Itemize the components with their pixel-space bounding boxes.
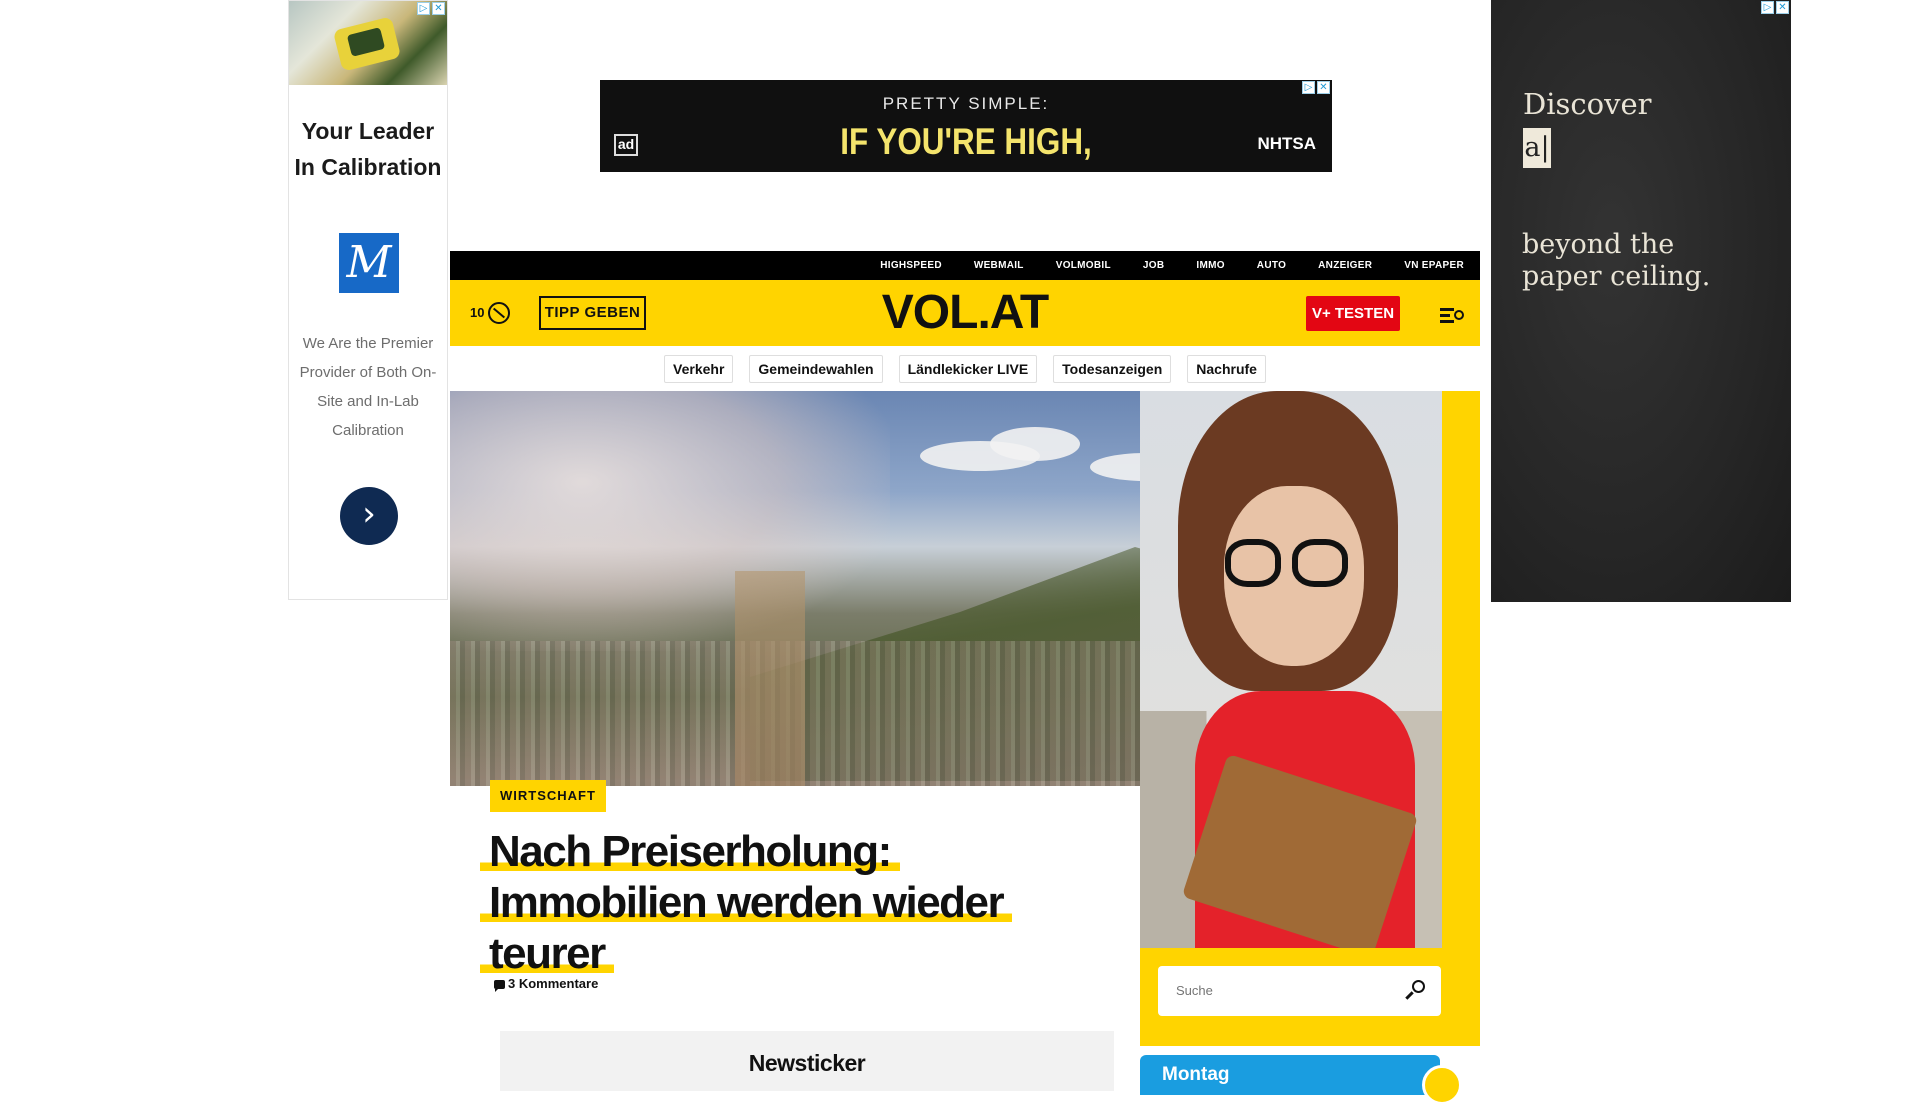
ad-text-paper-ceiling: beyond the paper ceiling. xyxy=(1522,229,1711,292)
nav-link-highspeed[interactable]: HIGHSPEED xyxy=(880,260,942,272)
search-input[interactable] xyxy=(1174,979,1394,1003)
tipp-geben-button[interactable]: TIPP GEBEN xyxy=(539,296,646,330)
top-banner-ad[interactable]: ▷ ✕ PRETTY SIMPLE: IF YOU'RE HIGH, ad NH… xyxy=(600,80,1332,172)
menu-search-icon[interactable] xyxy=(1440,305,1464,323)
adchoices-icon[interactable]: ▷ xyxy=(417,2,430,15)
nhtsa-logo: NHTSA xyxy=(1257,134,1316,153)
chip-gemeindewahlen[interactable]: Gemeindewahlen xyxy=(749,354,883,383)
comment-icon xyxy=(494,979,505,992)
nav-link-job[interactable]: JOB xyxy=(1143,260,1164,272)
right-skyscraper-ad[interactable]: ▷ ✕ Discover a| beyond the paper ceiling… xyxy=(1491,0,1791,602)
chip-verkehr[interactable]: Verkehr xyxy=(664,354,734,383)
nav-link-immo[interactable]: IMMO xyxy=(1196,260,1224,272)
chip-laendlekicker-live[interactable]: Ländlekicker LIVE xyxy=(898,354,1038,383)
search-box xyxy=(1158,966,1441,1016)
ad-close-icon[interactable]: ✕ xyxy=(1776,1,1789,14)
chip-nachrufe[interactable]: Nachrufe xyxy=(1187,354,1266,383)
ad-headline: Your Leader In Calibration xyxy=(294,118,442,180)
adchoices[interactable]: ▷ ✕ xyxy=(1761,1,1789,14)
nav-link-volmobil[interactable]: VOLMOBIL xyxy=(1056,260,1111,272)
article-comments[interactable]: 3 Kommentare xyxy=(494,976,598,992)
chip-todesanzeigen[interactable]: Todesanzeigen xyxy=(1053,354,1172,383)
adchoices[interactable]: ▷ ✕ xyxy=(417,2,445,15)
nav-link-vn-epaper[interactable]: VN EPAPER xyxy=(1404,260,1464,272)
vplus-testen-button[interactable]: V+ TESTEN xyxy=(1306,296,1400,331)
weather-button[interactable]: 10 xyxy=(470,302,511,324)
weather-widget[interactable]: Montag xyxy=(1140,1055,1462,1105)
weather-icon xyxy=(488,302,511,324)
sun-icon xyxy=(1422,1065,1462,1105)
left-skyscraper-ad[interactable]: ▷ ✕ Your Leader In Calibration M We Are … xyxy=(288,0,448,600)
nav-link-webmail[interactable]: WEBMAIL xyxy=(974,260,1024,272)
article-category[interactable]: WIRTSCHAFT xyxy=(490,780,606,812)
service-nav: HIGHSPEED WEBMAIL VOLMOBIL JOB IMMO AUTO… xyxy=(450,251,1480,280)
ad-close-icon[interactable]: ✕ xyxy=(432,2,445,15)
ad-headline: IF YOU'RE HIGH, xyxy=(840,121,1092,162)
ad-body-text: We Are the Premier Provider of Both On-S… xyxy=(299,335,437,439)
ad-brand-logo: M xyxy=(339,233,399,293)
brand-header: 10 TIPP GEBEN VOL.AT V+ TESTEN xyxy=(450,280,1480,346)
nav-link-auto[interactable]: AUTO xyxy=(1257,260,1286,272)
search-icon[interactable] xyxy=(1403,980,1425,1002)
ad-typing-cursor: a| xyxy=(1523,128,1551,168)
article-title-text[interactable]: Nach Preiserholung: Immobilien werden wi… xyxy=(480,827,1013,978)
article-title[interactable]: Nach Preiserholung: Immobilien werden wi… xyxy=(480,826,1040,979)
adchoices-icon[interactable]: ▷ xyxy=(1761,1,1774,14)
topic-chips: Verkehr Gemeindewahlen Ländlekicker LIVE… xyxy=(450,346,1480,391)
search-panel xyxy=(1140,948,1480,1046)
ad-council-logo: ad xyxy=(614,134,638,156)
weather-widget-day: Montag xyxy=(1162,1064,1230,1085)
ad-tagline: PRETTY SIMPLE: xyxy=(882,94,1050,113)
newsticker-heading: Newsticker xyxy=(500,1031,1114,1091)
nav-link-anzeiger[interactable]: ANZEIGER xyxy=(1318,260,1372,272)
vol-at-site: HIGHSPEED WEBMAIL VOLMOBIL JOB IMMO AUTO… xyxy=(450,251,1480,1105)
ad-text-discover: Discover xyxy=(1523,87,1652,121)
ad-next-button[interactable]: › xyxy=(340,487,398,545)
comment-count: 3 Kommentare xyxy=(508,976,599,991)
temperature: 10 xyxy=(470,305,485,320)
